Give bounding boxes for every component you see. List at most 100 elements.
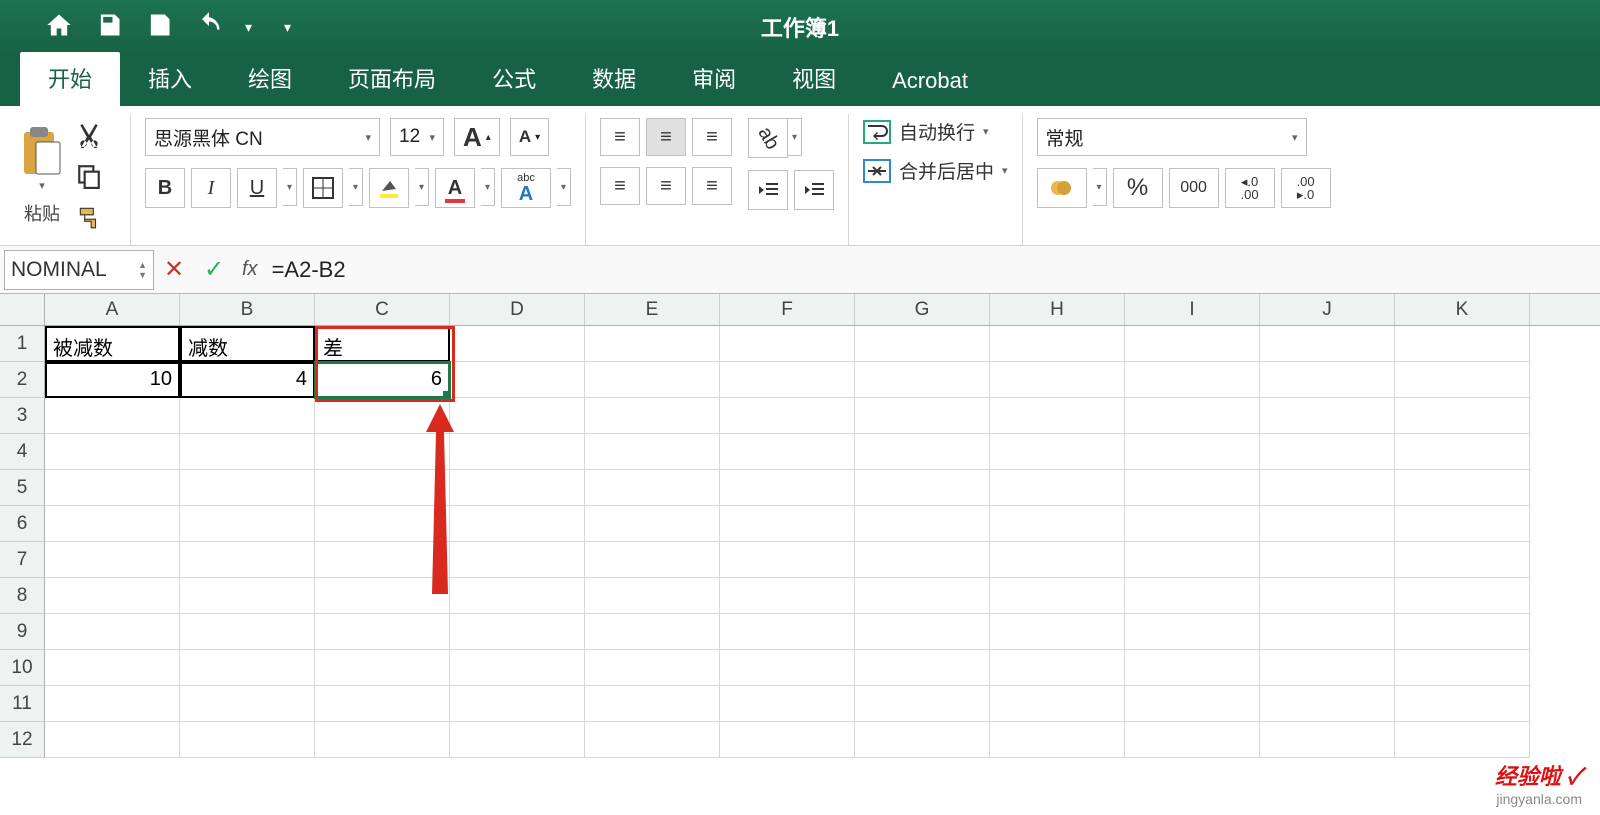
borders-dropdown[interactable]: ▾: [349, 168, 363, 206]
row-header[interactable]: 2: [0, 362, 45, 398]
cell[interactable]: [450, 614, 585, 650]
cell[interactable]: [855, 578, 990, 614]
tab-layout[interactable]: 页面布局: [320, 52, 464, 106]
tab-review[interactable]: 审阅: [664, 52, 764, 106]
cell[interactable]: [315, 614, 450, 650]
cell[interactable]: [585, 434, 720, 470]
cell[interactable]: [1260, 686, 1395, 722]
cell[interactable]: [1260, 398, 1395, 434]
col-header[interactable]: D: [450, 294, 585, 325]
cell[interactable]: [45, 722, 180, 758]
cell[interactable]: [585, 506, 720, 542]
row-header[interactable]: 10: [0, 650, 45, 686]
cell[interactable]: [1125, 326, 1260, 362]
comma-button[interactable]: 000: [1169, 168, 1219, 208]
cell[interactable]: [585, 542, 720, 578]
cell[interactable]: [720, 686, 855, 722]
cell[interactable]: [585, 686, 720, 722]
cell[interactable]: [990, 506, 1125, 542]
cell[interactable]: [1125, 686, 1260, 722]
merge-center-button[interactable]: 合并后居中 ▾: [863, 157, 1008, 184]
cell-C1[interactable]: 差: [315, 326, 450, 362]
cell[interactable]: [1125, 362, 1260, 398]
cell[interactable]: [45, 398, 180, 434]
enter-icon[interactable]: ✓: [194, 255, 234, 284]
cell[interactable]: [1395, 542, 1530, 578]
cell[interactable]: [990, 686, 1125, 722]
col-header[interactable]: F: [720, 294, 855, 325]
cell[interactable]: [1125, 722, 1260, 758]
cell[interactable]: [180, 722, 315, 758]
cell[interactable]: [180, 614, 315, 650]
formula-input[interactable]: =A2-B2: [266, 257, 1600, 283]
cell[interactable]: [855, 398, 990, 434]
cell[interactable]: [450, 506, 585, 542]
number-format-select[interactable]: 常规▾: [1037, 118, 1307, 156]
col-header[interactable]: E: [585, 294, 720, 325]
cell[interactable]: [1395, 614, 1530, 650]
cell[interactable]: [45, 686, 180, 722]
cell[interactable]: [1125, 506, 1260, 542]
cell[interactable]: [450, 434, 585, 470]
borders-button[interactable]: [303, 168, 343, 208]
cell[interactable]: [855, 326, 990, 362]
underline-button[interactable]: U: [237, 168, 277, 208]
copy-icon[interactable]: [76, 163, 102, 194]
cell[interactable]: [990, 434, 1125, 470]
align-middle-button[interactable]: ≡: [646, 118, 686, 156]
cell[interactable]: [720, 506, 855, 542]
row-header[interactable]: 12: [0, 722, 45, 758]
cell[interactable]: [450, 542, 585, 578]
cell[interactable]: [720, 326, 855, 362]
cell[interactable]: [855, 434, 990, 470]
tab-view[interactable]: 视图: [764, 52, 864, 106]
cell[interactable]: [1125, 470, 1260, 506]
cell[interactable]: [585, 578, 720, 614]
col-header[interactable]: I: [1125, 294, 1260, 325]
cell-A1[interactable]: 被减数: [45, 326, 180, 362]
cell[interactable]: [315, 722, 450, 758]
cell[interactable]: [990, 578, 1125, 614]
cell[interactable]: [450, 722, 585, 758]
cell[interactable]: [450, 326, 585, 362]
cell-C2[interactable]: 6: [315, 362, 450, 398]
align-right-button[interactable]: ≡: [692, 167, 732, 205]
orientation-dropdown[interactable]: ▾: [788, 118, 802, 156]
col-header[interactable]: H: [990, 294, 1125, 325]
cell[interactable]: [1260, 326, 1395, 362]
cell[interactable]: [1125, 434, 1260, 470]
cell[interactable]: [180, 650, 315, 686]
cell[interactable]: [855, 362, 990, 398]
row-header[interactable]: 11: [0, 686, 45, 722]
row-header[interactable]: 7: [0, 542, 45, 578]
cell[interactable]: [585, 326, 720, 362]
tab-insert[interactable]: 插入: [120, 52, 220, 106]
cell[interactable]: [720, 434, 855, 470]
italic-button[interactable]: I: [191, 168, 231, 208]
cell[interactable]: [990, 650, 1125, 686]
cell[interactable]: [720, 470, 855, 506]
wrap-text-button[interactable]: 自动换行 ▾: [863, 118, 1008, 145]
cell[interactable]: [585, 398, 720, 434]
cell[interactable]: [585, 362, 720, 398]
decrease-indent-button[interactable]: [748, 170, 788, 210]
row-header[interactable]: 5: [0, 470, 45, 506]
cell[interactable]: [315, 398, 450, 434]
cell[interactable]: [1395, 722, 1530, 758]
grow-font-button[interactable]: A▴: [454, 118, 500, 156]
cell[interactable]: [45, 578, 180, 614]
cell[interactable]: [1260, 362, 1395, 398]
cell[interactable]: [720, 650, 855, 686]
cell[interactable]: [1395, 650, 1530, 686]
cell[interactable]: [1125, 650, 1260, 686]
cell[interactable]: [585, 614, 720, 650]
paste-icon[interactable]: [18, 124, 66, 179]
cell[interactable]: [450, 362, 585, 398]
row-header[interactable]: 8: [0, 578, 45, 614]
cell[interactable]: [1395, 686, 1530, 722]
save-icon[interactable]: [95, 11, 123, 44]
align-bottom-button[interactable]: ≡: [692, 118, 732, 156]
cell[interactable]: [450, 398, 585, 434]
accounting-dropdown[interactable]: ▾: [1093, 168, 1107, 206]
cell[interactable]: [855, 506, 990, 542]
